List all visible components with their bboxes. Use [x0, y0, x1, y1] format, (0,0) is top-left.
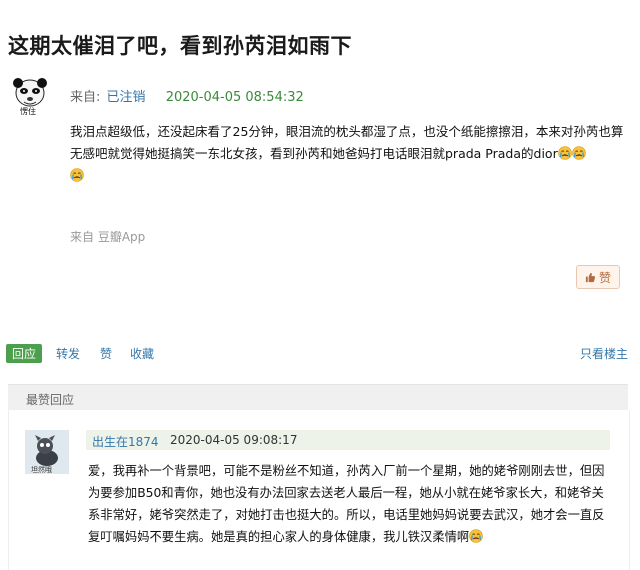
crying-emoji-icon: [572, 146, 586, 160]
post-like-button[interactable]: 赞: [576, 265, 620, 289]
avatar-caption: 愣住: [20, 107, 36, 116]
comment-content: 爱，我再补一个背景吧，可能不是粉丝不知道，孙芮入厂前一个星期，她的姥爷刚刚去世，…: [88, 460, 616, 548]
commenter-name-link[interactable]: 出生在1874: [92, 433, 159, 450]
thumbs-up-icon: [585, 272, 596, 282]
commenter-avatar[interactable]: 坦然哦: [25, 430, 69, 474]
like-link[interactable]: 赞: [100, 345, 112, 362]
comment-body-text: 爱，我再补一个背景吧，可能不是粉丝不知道，孙芮入厂前一个星期，她的姥爷刚刚去世，…: [88, 464, 605, 544]
reply-button[interactable]: 回应: [6, 344, 43, 363]
collect-link[interactable]: 收藏: [130, 345, 154, 362]
comment-timestamp: 2020-04-05 09:08:17: [170, 433, 298, 447]
post-timestamp: 2020-04-05 08:54:32: [165, 90, 304, 105]
crying-emoji-icon: [558, 146, 572, 160]
comment-header: 出生在1874 2020-04-05 09:08:17: [86, 430, 610, 450]
post-meta: 来自: 已注销 2020-04-05 08:54:32: [70, 86, 304, 105]
post-content: 我泪点超级低，还没起床看了25分钟，眼泪流的枕头都湿了点，也没个纸能擦擦泪，本来…: [70, 121, 632, 187]
author-link[interactable]: 已注销: [107, 90, 146, 105]
post-source: 来自 豆瓣App: [70, 230, 146, 244]
share-link[interactable]: 转发: [56, 345, 80, 362]
post-body-text: 我泪点超级低，还没起床看了25分钟，眼泪流的枕头都湿了点，也没个纸能擦擦泪，本来…: [70, 124, 624, 161]
post-title: 这期太催泪了吧，看到孙芮泪如雨下: [8, 34, 352, 58]
post-like-label: 赞: [598, 270, 611, 285]
best-replies-title: 最赞回应: [26, 393, 75, 407]
action-bar: 回应 转发 赞 收藏 只看楼主: [6, 343, 632, 363]
author-avatar[interactable]: 愣住: [8, 76, 52, 118]
commenter-avatar-caption: 坦然哦: [31, 466, 52, 474]
crying-emoji-icon: [70, 168, 84, 182]
best-replies-header: 最赞回应: [8, 384, 628, 411]
crying-emoji-icon: [469, 529, 483, 543]
only-poster-link[interactable]: 只看楼主: [580, 345, 628, 362]
meta-prefix: 来自:: [70, 90, 101, 105]
